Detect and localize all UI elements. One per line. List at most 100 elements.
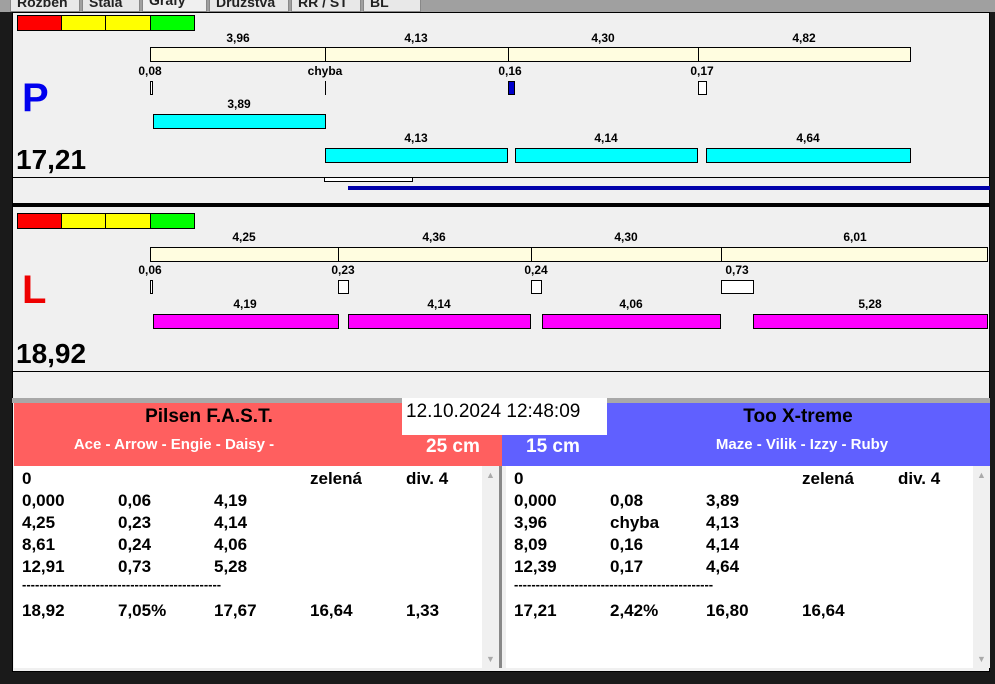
list-cell: zelená	[802, 469, 854, 488]
light-yellow	[105, 213, 151, 229]
dog-bar	[153, 314, 339, 329]
reaction-marker	[150, 81, 153, 95]
progress-marker	[324, 177, 413, 182]
reaction-label: 0,16	[498, 64, 522, 78]
bar-label: 4,14	[594, 131, 618, 145]
progress-line	[348, 186, 990, 190]
list-cell: 4,14	[706, 535, 740, 554]
light-red	[17, 213, 62, 229]
dog-bar	[153, 114, 326, 129]
list-separator: ----------------------------------------…	[22, 577, 222, 592]
reaction-marker	[508, 81, 515, 95]
tab-grafy[interactable]: Grafy	[142, 0, 207, 12]
split-label: 4,30	[591, 31, 615, 45]
left-distance: 25 cm	[426, 436, 480, 457]
reaction-label: chyba	[307, 64, 343, 78]
split-bar	[338, 247, 532, 262]
tab-rr-st[interactable]: RR / ST	[291, 0, 361, 12]
reaction-marker	[150, 280, 153, 294]
list-cell: chyba	[610, 513, 660, 532]
list-cell: 4,13	[706, 513, 740, 532]
split-bar	[150, 247, 339, 262]
light-yellow	[61, 213, 106, 229]
total-cell: 16,80	[706, 601, 749, 620]
reaction-label: 0,17	[690, 64, 714, 78]
total-time-l: 18,92	[16, 338, 87, 369]
split-label: 6,01	[843, 230, 867, 244]
right-results-list[interactable]: 0 zelená div. 4 0,000 0,08 3,89 3,96 chyba 4,13 8…	[506, 466, 990, 668]
list-cell: 4,14	[214, 513, 248, 532]
list-cell: 3,89	[706, 491, 740, 510]
bar-label: 4,19	[233, 297, 257, 311]
left-team-name: Pilsen F.A.S.T.	[145, 406, 273, 427]
datetime: 12.10.2024 12:48:09	[402, 398, 607, 435]
divider	[12, 203, 990, 207]
total-time-p: 17,21	[16, 144, 87, 175]
dog-bar	[706, 148, 911, 163]
list-cell: 3,96	[514, 513, 548, 532]
list-cell: 0,06	[118, 491, 152, 510]
list-cell: 0,000	[514, 491, 557, 510]
list-cell: div. 4	[898, 469, 941, 488]
list-cell: 0,16	[610, 535, 644, 554]
list-cell: 0,000	[22, 491, 65, 510]
right-team-name: Too X-treme	[743, 406, 853, 427]
left-team-members: Ace - Arrow - Engie - Daisy -	[73, 436, 275, 453]
tab-bar: Rozběh Stala Grafy Družstva RR / ST BL	[0, 0, 995, 12]
lane-letter-l: L	[22, 268, 47, 312]
tab-stala[interactable]: Stala	[82, 0, 140, 12]
dog-bar	[515, 148, 698, 163]
list-cell: 4,25	[22, 513, 56, 532]
reaction-label: 0,73	[725, 263, 749, 277]
total-cell: 2,42%	[610, 601, 659, 620]
scrollbar[interactable]: ▲ ▼	[973, 466, 990, 668]
list-cell: 0,23	[118, 513, 152, 532]
split-bar	[508, 47, 699, 62]
dog-bar	[753, 314, 988, 329]
bar-label: 4,14	[427, 297, 451, 311]
tab-druzstva[interactable]: Družstva	[209, 0, 289, 12]
list-cell: 8,61	[22, 535, 56, 554]
tab-bl[interactable]: BL	[363, 0, 421, 12]
split-label: 4,36	[422, 230, 446, 244]
scroll-up-icon[interactable]: ▲	[482, 470, 499, 480]
scroll-down-icon[interactable]: ▼	[973, 654, 990, 664]
scroll-down-icon[interactable]: ▼	[482, 654, 499, 664]
split-label: 4,13	[404, 31, 428, 45]
scroll-up-icon[interactable]: ▲	[973, 470, 990, 480]
dog-bar	[325, 148, 508, 163]
bar-label: 4,13	[404, 131, 428, 145]
reaction-label: 0,23	[331, 263, 355, 277]
list-cell: 0	[514, 469, 524, 488]
reaction-label: 0,24	[524, 263, 548, 277]
tab-rozbeh[interactable]: Rozběh	[10, 0, 80, 12]
reaction-marker	[531, 280, 542, 294]
list-cell: zelená	[310, 469, 362, 488]
reaction-label: 0,06	[138, 263, 162, 277]
bar-label: 5,28	[858, 297, 882, 311]
split-label: 4,82	[792, 31, 816, 45]
list-cell: 0,08	[610, 491, 644, 510]
right-team-members: Maze - Vilik - Izzy - Ruby	[715, 436, 889, 453]
left-results-list[interactable]: 0 zelená div. 4 0,000 0,06 4,19 4,25 0,23 4,14 8,…	[14, 466, 502, 668]
light-yellow	[105, 15, 151, 31]
list-cell: div. 4	[406, 469, 449, 488]
right-distance: 15 cm	[526, 436, 580, 457]
list-cell: 4,06	[214, 535, 248, 554]
split-bar	[325, 47, 509, 62]
total-cell: 16,64	[310, 601, 353, 620]
scrollbar[interactable]: ▲ ▼	[482, 466, 499, 668]
total-cell: 16,64	[802, 601, 845, 620]
total-cell: 18,92	[22, 601, 65, 620]
lane-letter-p: P	[22, 76, 49, 120]
divider	[12, 371, 990, 372]
split-bar	[721, 247, 988, 262]
total-cell: 1,33	[406, 601, 440, 620]
list-cell: 0	[22, 469, 32, 488]
light-green	[150, 213, 195, 229]
dog-bar	[542, 314, 721, 329]
light-green	[150, 15, 195, 31]
split-bar	[150, 47, 326, 62]
list-separator: ----------------------------------------…	[514, 577, 714, 592]
split-label: 4,30	[614, 230, 638, 244]
